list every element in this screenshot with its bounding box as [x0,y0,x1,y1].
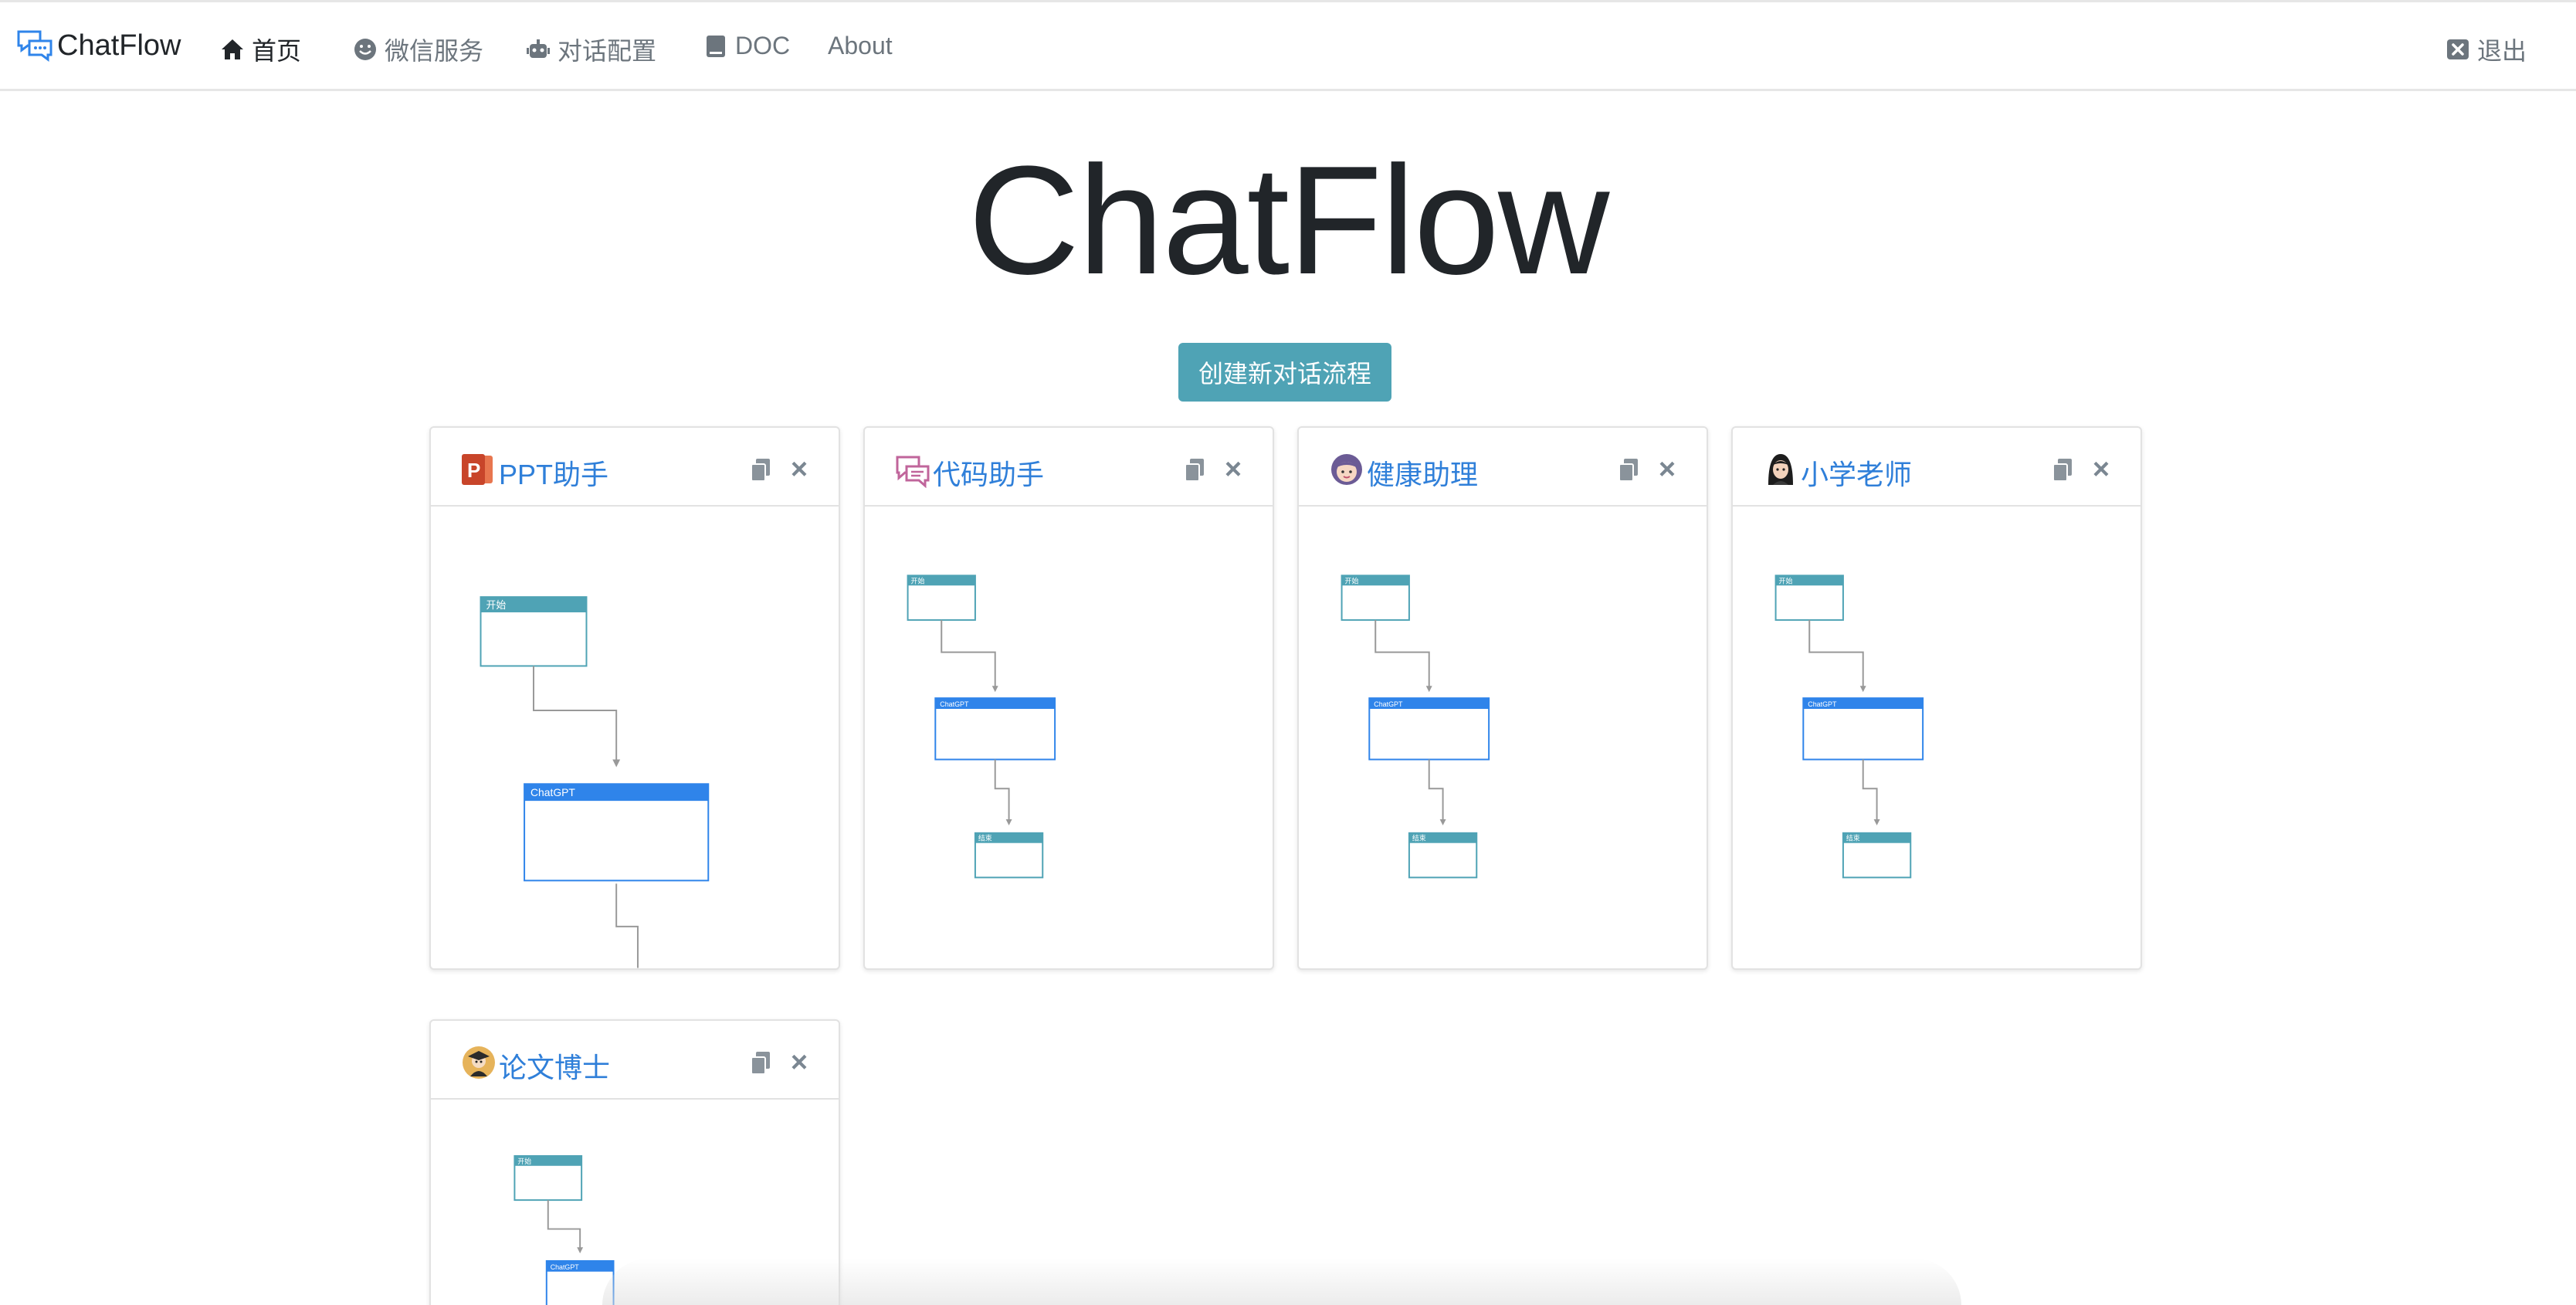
page-title: ChatFlow [968,134,1610,307]
nav-doc-label: DOC [735,32,791,59]
node-end-label: 结束 [978,834,992,842]
copy-icon[interactable] [749,1050,772,1076]
copy-icon[interactable] [1617,457,1640,483]
delete-icon[interactable]: × [1656,455,1679,484]
card-title[interactable]: 论文博士 [499,1046,610,1086]
node-start-label: 开始 [1779,576,1793,585]
card-title[interactable]: 代码助手 [933,453,1044,493]
flow-preview[interactable]: 开始 ChatGPT 结束 [1299,508,1707,968]
page-footer-shadow [602,1259,1961,1305]
logout-button[interactable]: 退出 [2445,32,2527,67]
delete-icon[interactable]: × [788,455,811,484]
card-title[interactable]: 小学老师 [1801,453,1912,493]
flow-card[interactable]: P PPT助手 × 开始 ChatGPT [429,426,840,970]
create-flow-button[interactable]: 创建新对话流程 [1178,343,1391,402]
node-gpt-label: ChatGPT [940,700,969,708]
navbar: ChatFlow 首页 微信服务 对话配置 DOC About 退出 [0,0,2576,91]
brand-name: ChatFlow [57,29,181,62]
flow-card[interactable]: 代码助手 × 开始 ChatGPT 结束 [863,426,1274,970]
card-header: 小学老师 × [1733,428,2140,507]
nav-about-label: About [828,32,893,59]
card-title[interactable]: PPT助手 [499,453,608,493]
node-gpt-label: ChatGPT [1808,700,1837,708]
nav-home-label: 首页 [252,37,302,65]
delete-icon[interactable]: × [1222,455,1245,484]
node-start-label: 开始 [486,599,506,611]
card-header: 代码助手 × [865,428,1273,507]
card-header: P PPT助手 × [431,428,839,507]
copy-icon[interactable] [1183,457,1206,483]
doctor-avatar-icon [463,1046,495,1079]
smile-icon [354,39,376,60]
node-start-label: 开始 [911,576,925,585]
flow-preview[interactable]: 开始 ChatGPT 结束 [1733,508,2140,968]
card-title[interactable]: 健康助理 [1367,453,1478,493]
close-square-icon [2447,39,2469,59]
nav-wechat-service-label: 微信服务 [385,37,484,65]
robot-icon [527,39,550,58]
node-gpt-label: ChatGPT [1374,700,1403,708]
card-header: 论文博士 × [431,1021,839,1100]
flow-card[interactable]: 小学老师 × 开始 ChatGPT 结束 [1731,426,2142,970]
girl-avatar-icon [1331,454,1362,485]
node-start-label: 开始 [1345,576,1359,585]
logout-label: 退出 [2477,37,2527,65]
nav-doc[interactable]: DOC [703,32,790,60]
nav-wechat-service[interactable]: 微信服务 [352,32,483,67]
card-header: 健康助理 × [1299,428,1707,507]
ppt-icon: P [462,454,493,485]
flow-preview[interactable]: 开始 ChatGPT [431,508,839,968]
nav-about[interactable]: About [828,32,893,60]
node-end-label: 结束 [1846,834,1860,842]
book-icon [707,35,725,57]
chat-bubbles-icon [896,456,930,488]
nav-dialog-config[interactable]: 对话配置 [525,32,656,67]
nav-dialog-config-label: 对话配置 [558,37,657,65]
nav-home[interactable]: 首页 [219,32,301,67]
node-start-label: 开始 [517,1157,531,1165]
node-gpt-label: ChatGPT [530,786,575,798]
brand[interactable]: ChatFlow [15,25,181,66]
node-end-label: 结束 [1412,834,1426,842]
node-gpt-label: ChatGPT [551,1263,580,1271]
svg-text:P: P [467,459,480,482]
home-icon [222,39,243,59]
copy-icon[interactable] [749,457,772,483]
delete-icon[interactable]: × [788,1048,811,1077]
flow-card[interactable]: 健康助理 × 开始 ChatGPT 结束 [1297,426,1708,970]
teacher-avatar-icon [1768,454,1793,485]
flow-preview[interactable]: 开始 ChatGPT 结束 [865,508,1273,968]
delete-icon[interactable]: × [2090,455,2113,484]
chat-logo-icon [17,30,53,62]
copy-icon[interactable] [2051,457,2074,483]
